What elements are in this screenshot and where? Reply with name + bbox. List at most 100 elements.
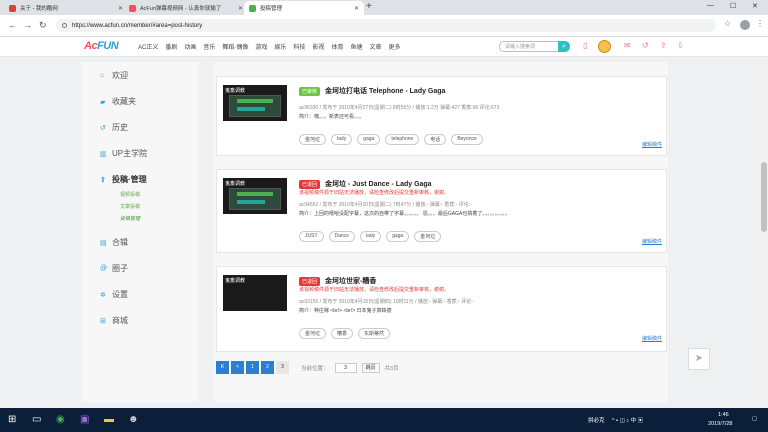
sidebar-item-settings[interactable]: ✲ 设置 [100, 289, 128, 300]
user-avatar[interactable] [598, 40, 611, 53]
minimize-icon[interactable]: — [707, 2, 714, 9]
tab-title: AcFun弹幕视频网 - 认真你就输了 [140, 6, 222, 12]
sidebar-item-label: 历史 [112, 123, 128, 132]
sidebar-item-circle[interactable]: @ 圈子 [100, 263, 128, 274]
acfun-logo[interactable]: AcFUN [84, 40, 119, 52]
tag[interactable]: telephone [385, 134, 420, 145]
page-button[interactable]: 1 [246, 361, 259, 374]
post-title[interactable]: 金坷垃 - Just Dance - Lady Gaga [325, 179, 432, 189]
nav-item[interactable]: 舞蹈·偶像 [222, 42, 248, 51]
nav-item[interactable]: 娱乐 [274, 42, 286, 51]
edit-post-link[interactable]: 编辑稿件 [642, 335, 662, 342]
sidebar-item-shop[interactable]: ⊞ 商城 [100, 315, 128, 326]
address-bar[interactable]: https://www.acfun.cn/member/#area=post-h… [56, 19, 716, 32]
nav-item[interactable]: 游戏 [255, 42, 267, 51]
prev-page-button[interactable]: < [231, 361, 244, 374]
thumbnail-label: 鬼畜调教 [225, 278, 246, 284]
history-icon[interactable]: ↺ [642, 41, 649, 50]
post-title[interactable]: 金坷垃世家-糟香 [325, 276, 376, 286]
sidebar-item-academy[interactable]: ▥ UP主学院 [100, 148, 147, 159]
task-view-icon[interactable]: ▭ [32, 413, 41, 427]
sidebar-item-favorites[interactable]: ▰ 收藏夹 [100, 96, 136, 107]
reload-icon[interactable]: ↻ [39, 19, 47, 31]
tag[interactable]: 电话 [424, 134, 447, 145]
upload-icon[interactable]: ⇪ [660, 41, 667, 50]
page-scrollbar[interactable] [760, 57, 768, 408]
clock-time[interactable]: 1:46 [718, 412, 729, 418]
tag[interactable]: gaga [386, 231, 410, 242]
qq-icon[interactable]: ☻ [128, 413, 139, 427]
edit-post-link[interactable]: 编辑稿件 [642, 141, 662, 148]
forward-icon[interactable]: → [23, 19, 32, 31]
tag[interactable]: 金坷垃 [299, 134, 327, 145]
tag[interactable]: lady [359, 231, 382, 242]
windows-start-icon[interactable]: ⊞ [8, 413, 16, 427]
folder-icon: ▰ [100, 98, 106, 106]
sidebar-sub-manage[interactable]: 投稿管理 [120, 215, 140, 222]
nav-item[interactable]: 更多 [389, 42, 401, 51]
new-tab-button[interactable]: + [366, 2, 372, 12]
nav-item[interactable]: 影视 [312, 42, 324, 51]
nav-item[interactable]: 科技 [293, 42, 305, 51]
nav-item[interactable]: AC正义 [138, 42, 158, 51]
sidebar-item-history[interactable]: ↺ 历史 [100, 122, 128, 133]
edit-post-link[interactable]: 编辑稿件 [642, 238, 662, 245]
video-thumbnail[interactable]: 鬼畜调教 [223, 275, 287, 311]
notification-icon[interactable]: ▢ [752, 416, 757, 422]
tag[interactable]: lady [331, 134, 353, 145]
maximize-icon[interactable]: ☐ [730, 2, 736, 10]
nav-item[interactable]: 番剧 [165, 42, 177, 51]
app-icon[interactable]: ▣ [80, 413, 89, 427]
video-thumbnail[interactable]: 鬼畜调教 [223, 85, 287, 121]
browser-tab-2[interactable]: AcFun弹幕视频网 - 认真你就输了 ✕ [124, 1, 248, 15]
search-input[interactable]: 请输入搜索词 [499, 41, 559, 52]
first-page-button[interactable]: K [216, 361, 229, 374]
file-explorer-icon[interactable]: ▬ [104, 413, 114, 427]
search-icon[interactable]: ⌕ [558, 41, 570, 52]
chat-icon[interactable]: ✉ [624, 41, 631, 50]
window-close-icon[interactable]: ✕ [752, 2, 758, 10]
nav-item[interactable]: 文章 [369, 42, 381, 51]
browser-tab-3[interactable]: 投稿管理 ✕ [244, 1, 364, 15]
profile-avatar[interactable] [740, 20, 750, 30]
close-icon[interactable]: ✕ [118, 5, 123, 12]
tag[interactable]: gaga [357, 134, 381, 145]
tag[interactable]: 金坷垃 [299, 328, 327, 339]
tag-list: JUST Dance lady gaga 金坷垃 [299, 231, 442, 242]
ime-indicator[interactable]: 拼必克 [588, 416, 605, 424]
tray-icons[interactable]: ^ ▪ ◫ ♪ 中 ▣ [612, 416, 643, 424]
video-thumbnail[interactable]: 鬼畜调教 [223, 178, 287, 214]
tag[interactable]: Dance [328, 231, 355, 242]
tag[interactable]: Beyonce [451, 134, 483, 145]
browser-tab-1[interactable]: 关于 - 我的酷网 ✕ [4, 1, 128, 15]
nav-item[interactable]: 鱼塘 [350, 42, 362, 51]
close-icon[interactable]: ✕ [238, 5, 243, 12]
nav-item[interactable]: 动画 [184, 42, 196, 51]
nav-item[interactable]: 音乐 [203, 42, 215, 51]
post-title[interactable]: 金坷垃打电话 Telephone - Lady Gaga [325, 86, 445, 96]
tag[interactable]: 糟香 [331, 328, 354, 339]
clock-date[interactable]: 2019/7/28 [708, 421, 732, 427]
sidebar-sub-article[interactable]: 文章投稿 [120, 203, 140, 210]
chrome-icon[interactable]: ◉ [56, 413, 65, 427]
sidebar-sub-video[interactable]: 视频投稿 [120, 191, 140, 198]
sidebar-item-welcome[interactable]: ⌂ 欢迎 [100, 70, 128, 81]
phone-icon[interactable]: ▯ [583, 41, 587, 50]
tag[interactable]: 东斯蒂然 [358, 328, 391, 339]
back-icon[interactable]: ← [8, 19, 17, 31]
sidebar-item-collection[interactable]: ▤ 合辑 [100, 237, 128, 248]
download-icon[interactable]: ⇩ [677, 41, 684, 50]
page-number-input[interactable]: 3 [334, 362, 357, 373]
tag[interactable]: 金坷垃 [414, 231, 442, 242]
nav-item[interactable]: 体育 [331, 42, 343, 51]
tag[interactable]: JUST [299, 231, 324, 242]
jump-page-button[interactable]: 跳页 [361, 362, 380, 373]
bookmark-star-icon[interactable]: ☆ [724, 19, 731, 28]
close-icon[interactable]: ✕ [354, 5, 359, 12]
page-button[interactable]: 2 [261, 361, 274, 374]
current-page-button[interactable]: 3 [276, 361, 289, 374]
scrollbar-thumb[interactable] [761, 162, 767, 232]
share-icon[interactable]: ➤ [688, 348, 710, 370]
sidebar-item-posts[interactable]: ⇪ 投稿·管理 [100, 174, 147, 185]
menu-kebab-icon[interactable]: ⋮ [756, 19, 764, 28]
